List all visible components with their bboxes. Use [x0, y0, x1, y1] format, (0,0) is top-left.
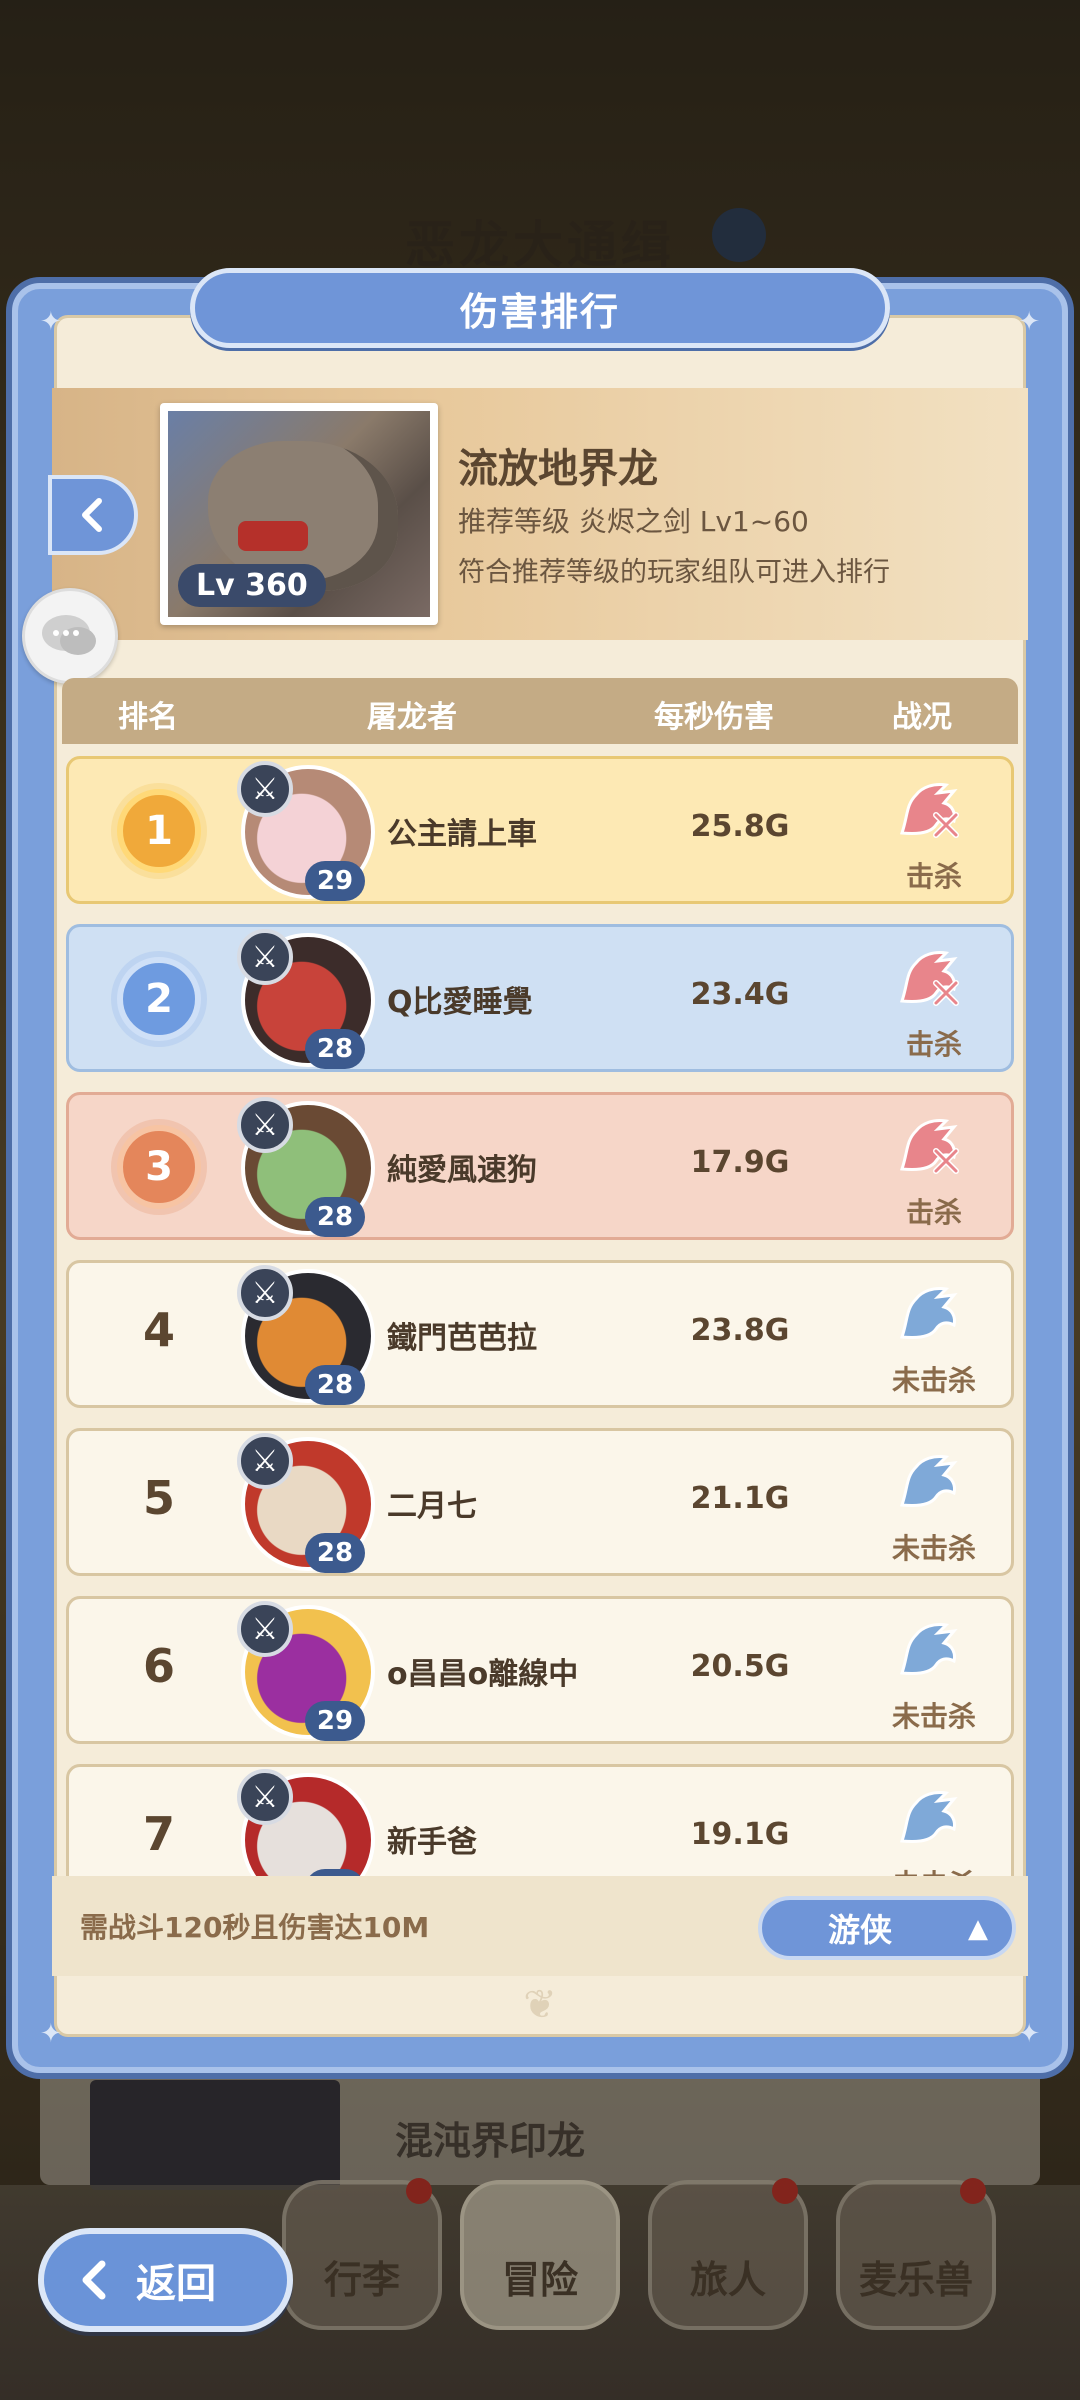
damage-per-second: 25.8G: [690, 809, 790, 844]
class-filter-label: 游侠: [828, 1911, 893, 1949]
boss-name: 流放地界龙: [458, 446, 658, 492]
rank-number: 2: [145, 976, 173, 1022]
player-name: 新手爸: [387, 1825, 477, 1860]
dragon-status-icon: [889, 1781, 969, 1853]
ranking-table-header: 排名 屠龙者 每秒伤害 战况: [62, 678, 1018, 744]
player-level-badge: 29: [305, 861, 365, 901]
boss-level-badge: Lv 360: [178, 564, 326, 607]
battle-status: 击杀: [905, 1028, 962, 1061]
player-name: 二月七: [387, 1489, 477, 1524]
player-name: 公主請上車: [387, 817, 537, 852]
player-name: Q比愛睡覺: [387, 985, 533, 1020]
damage-per-second: 21.1G: [690, 1481, 790, 1516]
dragon-status-icon: [889, 773, 969, 845]
damage-per-second: 19.1G: [690, 1817, 790, 1852]
ranking-list[interactable]: 1 ⚔ 29 公主請上車 25.8G 击杀 2 ⚔ 28 Q比愛睡覺 23.4G: [62, 756, 1018, 1876]
player-name: o昌昌o離線中: [387, 1657, 579, 1692]
rank-number: 1: [145, 808, 173, 854]
damage-per-second: 23.8G: [690, 1313, 790, 1348]
rank-medal-icon: 2: [117, 957, 201, 1041]
ranking-row[interactable]: 4 ⚔ 28 鐵門芭芭拉 23.8G 未击杀: [66, 1260, 1014, 1408]
boss-ranking-note: 符合推荐等级的玩家组队可进入排行: [458, 557, 890, 588]
damage-per-second: 17.9G: [690, 1145, 790, 1180]
boss-recommended-level: 推荐等级 炎烬之剑 Lv1~60: [458, 505, 809, 538]
header-status: 战况: [892, 700, 952, 735]
ranking-row[interactable]: 2 ⚔ 28 Q比愛睡覺 23.4G 击杀: [66, 924, 1014, 1072]
modal-title: 伤害排行: [190, 268, 890, 348]
back-arrow-icon: [82, 2260, 106, 2300]
dragon-portrait-image: Lv 360: [168, 411, 430, 617]
back-label: 返回: [136, 2261, 216, 2307]
ranking-row[interactable]: 6 ⚔ 29 o昌昌o離線中 20.5G 未击杀: [66, 1596, 1014, 1744]
rank-medal-icon: 1: [117, 789, 201, 873]
ornament-crest-icon: ❦: [523, 1982, 557, 2028]
ranking-row[interactable]: 1 ⚔ 29 公主請上車 25.8G 击杀: [66, 756, 1014, 904]
class-crossed-swords-icon: ⚔: [237, 1097, 293, 1153]
player-level-badge: 29: [305, 1701, 365, 1741]
damage-per-second: 20.5G: [690, 1649, 790, 1684]
dragon-status-icon: [889, 1445, 969, 1517]
chat-button[interactable]: [22, 588, 118, 684]
chat-icon: [42, 615, 96, 655]
battle-status: 未击杀: [839, 1863, 1018, 1876]
corner-star-icon: ✦: [1018, 307, 1040, 337]
header-slayer: 屠龙者: [367, 700, 457, 735]
battle-status: 未击杀: [891, 1532, 976, 1565]
rank-number: 6: [142, 1639, 175, 1693]
battle-status: 击杀: [905, 860, 962, 893]
class-crossed-swords-icon: ⚔: [237, 929, 293, 985]
dragon-status-icon: [889, 1613, 969, 1685]
corner-star-icon: ✦: [1018, 2019, 1040, 2049]
battle-status: 未击杀: [891, 1364, 976, 1397]
ranking-row[interactable]: 3 ⚔ 28 純愛風速狗 17.9G 击杀: [66, 1092, 1014, 1240]
ranking-requirement: 需战斗120秒且伤害达10M: [80, 1911, 430, 1944]
modal-title-text: 伤害排行: [459, 289, 620, 334]
corner-star-icon: ✦: [40, 307, 62, 337]
rank-medal-icon: 3: [117, 1125, 201, 1209]
battle-status: 击杀: [905, 1196, 962, 1229]
ranking-row[interactable]: 5 ⚔ 28 二月七 21.1G 未击杀: [66, 1428, 1014, 1576]
chevron-left-icon: [82, 498, 102, 532]
player-level-badge: 28: [305, 1365, 365, 1405]
class-filter-dropdown[interactable]: 游侠 ▲: [758, 1896, 1016, 1960]
dragon-status-icon: [889, 941, 969, 1013]
battle-status: 未击杀: [891, 1700, 976, 1733]
collapse-tab-button[interactable]: [48, 475, 138, 555]
player-level-badge: 28: [305, 1029, 365, 1069]
header-rank: 排名: [118, 700, 178, 735]
player-name: 純愛風速狗: [387, 1153, 537, 1188]
ranking-row[interactable]: 7 ⚔ 32 新手爸 19.1G 未击杀: [66, 1764, 1014, 1876]
rank-number: 4: [142, 1303, 175, 1357]
boss-portrait: Lv 360: [160, 403, 438, 625]
rank-number: 7: [142, 1807, 175, 1861]
dragon-status-icon: [889, 1109, 969, 1181]
class-crossed-swords-icon: ⚔: [237, 1433, 293, 1489]
player-level-badge: 28: [305, 1533, 365, 1573]
rank-number: 3: [145, 1144, 173, 1190]
class-crossed-swords-icon: ⚔: [237, 1601, 293, 1657]
player-level-badge: 28: [305, 1197, 365, 1237]
class-crossed-swords-icon: ⚔: [237, 761, 293, 817]
rank-number: 5: [142, 1471, 175, 1525]
triangle-up-icon: ▲: [968, 1914, 988, 1944]
damage-per-second: 23.4G: [690, 977, 790, 1012]
corner-star-icon: ✦: [40, 2019, 62, 2049]
back-button[interactable]: 返回: [38, 2228, 293, 2332]
player-name: 鐵門芭芭拉: [387, 1321, 537, 1356]
class-crossed-swords-icon: ⚔: [237, 1769, 293, 1825]
class-crossed-swords-icon: ⚔: [237, 1265, 293, 1321]
dragon-status-icon: [889, 1277, 969, 1349]
header-dps: 每秒伤害: [654, 700, 774, 735]
